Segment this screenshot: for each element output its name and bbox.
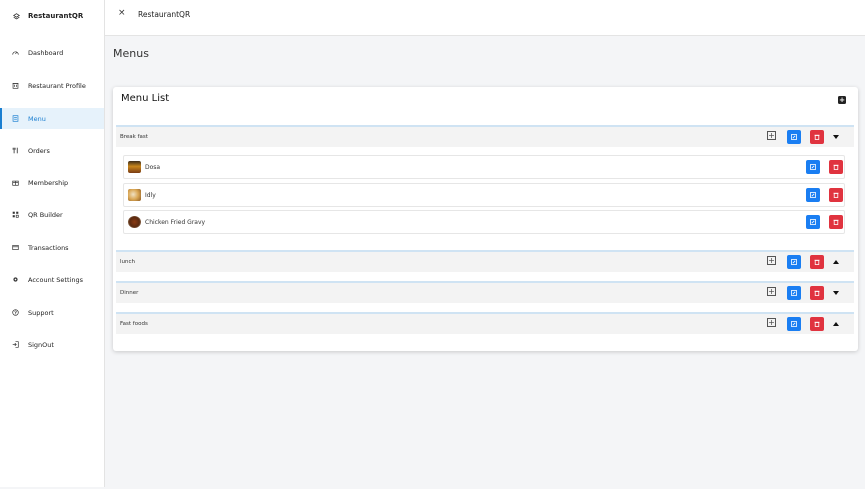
trash-icon (833, 164, 839, 170)
sidebar-item-label: Menu (28, 114, 46, 123)
delete-button[interactable] (829, 188, 843, 202)
item-name: Idly (145, 192, 156, 199)
sidebar-item-label: SignOut (28, 340, 54, 349)
delete-button[interactable] (810, 255, 824, 269)
dashboard-icon (12, 49, 19, 56)
trash-icon (833, 192, 839, 198)
category-name: Break fast (120, 134, 148, 140)
signout-icon (12, 341, 19, 348)
page-title: Menus (113, 47, 149, 60)
delete-button[interactable] (810, 130, 824, 144)
edit-icon (791, 321, 797, 327)
sidebar-item-account-settings[interactable]: Account Settings (0, 269, 104, 290)
add-item-button[interactable]: + (767, 131, 776, 140)
topbar: × RestaurantQR (105, 0, 865, 36)
category-header-lunch[interactable]: lunch + (116, 250, 854, 272)
edit-button[interactable] (787, 130, 801, 144)
edit-button[interactable] (806, 215, 820, 229)
dish-thumbnail (128, 161, 141, 173)
delete-button[interactable] (810, 286, 824, 300)
sidebar-item-support[interactable]: Support (0, 302, 104, 323)
qr-icon (12, 211, 19, 218)
delete-button[interactable] (829, 160, 843, 174)
list-item: Chicken Fried Gravy (123, 210, 845, 234)
sidebar-item-orders[interactable]: Orders (0, 140, 104, 161)
edit-icon (791, 259, 797, 265)
brand[interactable]: RestaurantQR (13, 12, 83, 20)
sidebar-item-transactions[interactable]: Transactions (0, 237, 104, 258)
delete-button[interactable] (829, 215, 843, 229)
sidebar-item-restaurant-profile[interactable]: Restaurant Profile (0, 75, 104, 96)
edit-button[interactable] (787, 286, 801, 300)
edit-icon (791, 134, 797, 140)
dish-thumbnail (128, 189, 141, 201)
chevron-up-icon[interactable] (833, 260, 839, 264)
sidebar-item-menu[interactable]: Menu (0, 108, 104, 129)
gear-icon (12, 276, 19, 283)
list-item: Idly (123, 183, 845, 207)
topbar-title: RestaurantQR (138, 10, 191, 19)
sidebar-item-label: Support (28, 308, 54, 317)
edit-icon (810, 192, 816, 198)
edit-button[interactable] (787, 317, 801, 331)
sidebar-item-membership[interactable]: Membership (0, 172, 104, 193)
membership-icon (12, 179, 19, 186)
chevron-down-icon[interactable] (833, 291, 839, 295)
item-name: Chicken Fried Gravy (145, 219, 206, 226)
category-header-fast-foods[interactable]: Fast foods + (116, 312, 854, 334)
category-name: lunch (120, 259, 136, 265)
sidebar-item-label: Restaurant Profile (28, 81, 86, 90)
chevron-down-icon[interactable] (833, 135, 839, 139)
building-icon (12, 82, 19, 89)
transactions-icon (12, 244, 19, 251)
sidebar-item-signout[interactable]: SignOut (0, 334, 104, 355)
dish-thumbnail (128, 216, 141, 228)
trash-icon (814, 259, 820, 265)
delete-button[interactable] (810, 317, 824, 331)
sidebar-item-label: Orders (28, 146, 50, 155)
sidebar-item-qr-builder[interactable]: QR Builder (0, 204, 104, 225)
trash-icon (814, 290, 820, 296)
sidebar-item-label: Dashboard (28, 48, 64, 57)
close-icon[interactable]: × (118, 8, 126, 18)
edit-icon (810, 219, 816, 225)
utensils-icon (12, 147, 19, 154)
category-header-breakfast[interactable]: Break fast + (116, 125, 854, 147)
card-title: Menu List (121, 93, 170, 104)
sidebar: RestaurantQR Dashboard Restaurant Profil… (0, 0, 105, 487)
edit-icon (791, 290, 797, 296)
trash-icon (833, 219, 839, 225)
item-name: Dosa (145, 164, 161, 171)
chevron-up-icon[interactable] (833, 322, 839, 326)
add-item-button[interactable]: + (767, 318, 776, 327)
edit-button[interactable] (787, 255, 801, 269)
trash-icon (814, 134, 820, 140)
category-header-dinner[interactable]: Dinner + (116, 281, 854, 303)
add-category-button[interactable]: + (838, 96, 846, 104)
sidebar-item-dashboard[interactable]: Dashboard (0, 42, 104, 63)
layers-logo-icon (13, 12, 20, 20)
brand-name: RestaurantQR (28, 12, 84, 20)
sidebar-item-label: Membership (28, 178, 69, 187)
menu-icon (12, 115, 19, 122)
add-item-button[interactable]: + (767, 256, 776, 265)
menu-list-card: Menu List + Break fast + Dosa Idly Chick… (113, 87, 858, 351)
edit-button[interactable] (806, 160, 820, 174)
edit-icon (810, 164, 816, 170)
category-name: Dinner (120, 290, 139, 296)
sidebar-item-label: Transactions (28, 243, 69, 252)
list-item: Dosa (123, 155, 845, 179)
sidebar-item-label: Account Settings (28, 275, 83, 284)
category-name: Fast foods (120, 321, 148, 327)
sidebar-item-label: QR Builder (28, 210, 63, 219)
help-icon (12, 309, 19, 316)
add-item-button[interactable]: + (767, 287, 776, 296)
trash-icon (814, 321, 820, 327)
edit-button[interactable] (806, 188, 820, 202)
